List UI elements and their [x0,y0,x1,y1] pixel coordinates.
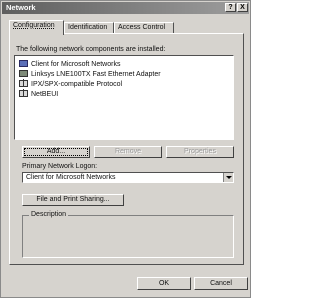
chevron-down-icon[interactable] [223,173,233,182]
close-button[interactable]: X [237,3,248,12]
tab-strip: Configuration Identification Access Cont… [9,20,242,35]
list-item[interactable]: IPX/SPX-compatible Protocol [19,79,122,89]
list-item[interactable]: Linksys LNE100TX Fast Ethernet Adapter [19,70,161,79]
tab-configuration[interactable]: Configuration [9,20,64,35]
window-title: Network [6,3,36,12]
description-label: Description [29,211,69,218]
components-list[interactable]: Client for Microsoft Networks Linksys LN… [14,55,234,140]
ok-button[interactable]: OK [137,277,191,290]
protocol-icon [19,89,28,97]
properties-button[interactable]: Properties [166,146,234,158]
file-print-sharing-button[interactable]: File and Print Sharing... [22,194,124,206]
cancel-button[interactable]: Cancel [194,277,248,290]
list-item[interactable]: Client for Microsoft Networks [19,60,120,69]
network-dialog: Network ? X Configuration Identification… [0,0,251,298]
description-group: Description [22,211,234,258]
client-icon [19,60,28,67]
add-button[interactable]: Add... [22,146,90,158]
primary-logon-value: Client for Microsoft Networks [26,174,116,181]
list-item[interactable]: NetBEUI [19,89,58,99]
title-bar[interactable]: Network ? X [2,2,249,14]
network-adapter-icon [19,70,28,77]
components-heading: The following network components are ins… [16,46,166,53]
remove-button[interactable]: Remove [94,146,162,158]
primary-logon-label: Primary Network Logon: [22,163,98,170]
protocol-icon [19,79,28,87]
primary-logon-select[interactable]: Client for Microsoft Networks [22,172,234,183]
help-button[interactable]: ? [225,3,236,12]
